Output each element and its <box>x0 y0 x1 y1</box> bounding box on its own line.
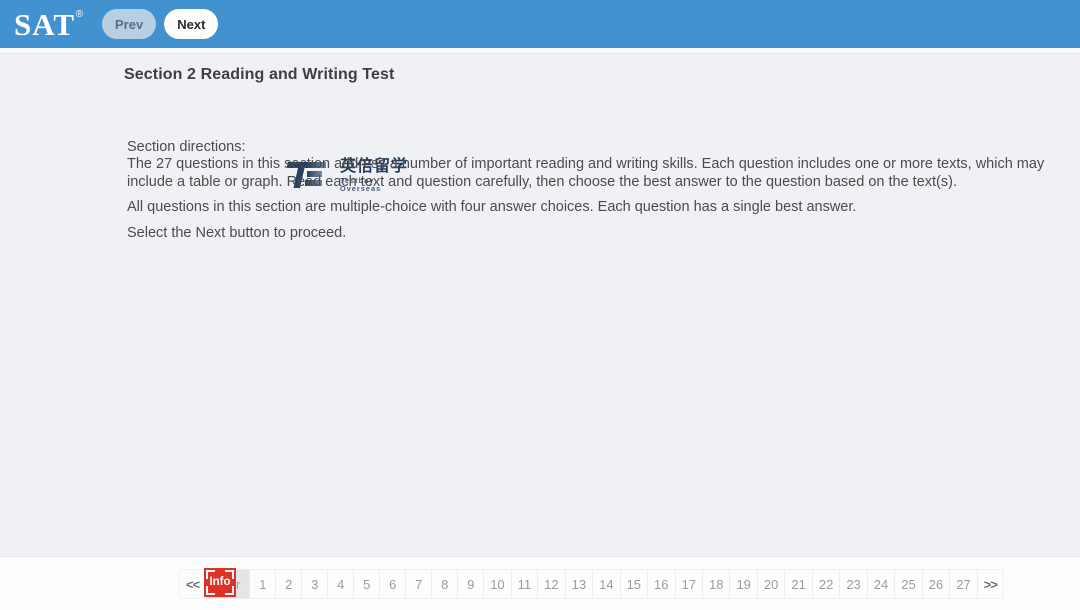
pager-page-17[interactable]: 17 <box>675 569 703 599</box>
badge-corner-bottom-left-icon <box>206 586 215 595</box>
prev-button[interactable]: Prev <box>102 9 157 39</box>
pager-page-26[interactable]: 26 <box>922 569 951 599</box>
pager-page-21[interactable]: 21 <box>785 569 813 599</box>
pager-page-2[interactable]: 2 <box>276 569 303 599</box>
pager-page-19[interactable]: 19 <box>730 569 758 599</box>
question-pager: << Instr 1234567891011121314151617181920… <box>179 569 1004 599</box>
pager-page-12[interactable]: 12 <box>538 569 566 599</box>
pager-page-15[interactable]: 15 <box>620 569 649 599</box>
app-header: SAT ® Prev Next <box>0 0 1080 48</box>
directions-paragraph-1: The 27 questions in this section address… <box>127 156 1045 190</box>
badge-corner-bottom-right-icon <box>225 586 234 595</box>
pager-page-22[interactable]: 22 <box>812 569 841 599</box>
badge-corner-top-left-icon <box>206 570 215 579</box>
sat-test-app: SAT ® Prev Next Section 2 Reading and Wri… <box>0 0 1080 610</box>
pager-page-7[interactable]: 7 <box>406 569 433 599</box>
sat-brand-logo: SAT ® <box>14 9 84 40</box>
sat-brand-text: SAT <box>14 6 76 42</box>
pager-page-13[interactable]: 13 <box>565 569 594 599</box>
pager-page-14[interactable]: 14 <box>593 569 621 599</box>
pager-page-9[interactable]: 9 <box>458 569 485 599</box>
info-annotation-badge[interactable]: Info <box>204 568 236 597</box>
pager-page-25[interactable]: 25 <box>895 569 923 599</box>
page-title: Section 2 Reading and Writing Test <box>124 66 395 83</box>
pager-page-11[interactable]: 11 <box>511 569 539 599</box>
pager-page-6[interactable]: 6 <box>380 569 407 599</box>
pager-prev-arrow[interactable]: << <box>179 569 207 599</box>
next-button[interactable]: Next <box>164 9 219 39</box>
pager-page-10[interactable]: 10 <box>484 569 512 599</box>
pager-page-4[interactable]: 4 <box>328 569 355 599</box>
section-directions-label: Section directions: <box>127 139 246 155</box>
pager-page-8[interactable]: 8 <box>432 569 459 599</box>
pager-page-5[interactable]: 5 <box>354 569 381 599</box>
pager-page-16[interactable]: 16 <box>648 569 676 599</box>
pager-page-3[interactable]: 3 <box>302 569 329 599</box>
registered-trademark-icon: ® <box>75 8 85 20</box>
pager-page-27[interactable]: 27 <box>950 569 978 599</box>
header-nav-buttons: Prev Next <box>102 9 219 39</box>
main-content: Section 2 Reading and Writing Test Secti… <box>0 54 1080 556</box>
pager-next-arrow[interactable]: >> <box>977 569 1004 599</box>
pager-page-23[interactable]: 23 <box>840 569 868 599</box>
pager-page-24[interactable]: 24 <box>867 569 896 599</box>
pager-page-20[interactable]: 20 <box>757 569 786 599</box>
directions-paragraph-3: Select the Next button to proceed. <box>127 225 347 241</box>
pager-page-1[interactable]: 1 <box>250 569 277 599</box>
directions-paragraph-2: All questions in this section are multip… <box>127 199 857 215</box>
pager-page-18[interactable]: 18 <box>702 569 731 599</box>
badge-corner-top-right-icon <box>225 570 234 579</box>
app-footer: << Instr 1234567891011121314151617181920… <box>0 556 1080 610</box>
